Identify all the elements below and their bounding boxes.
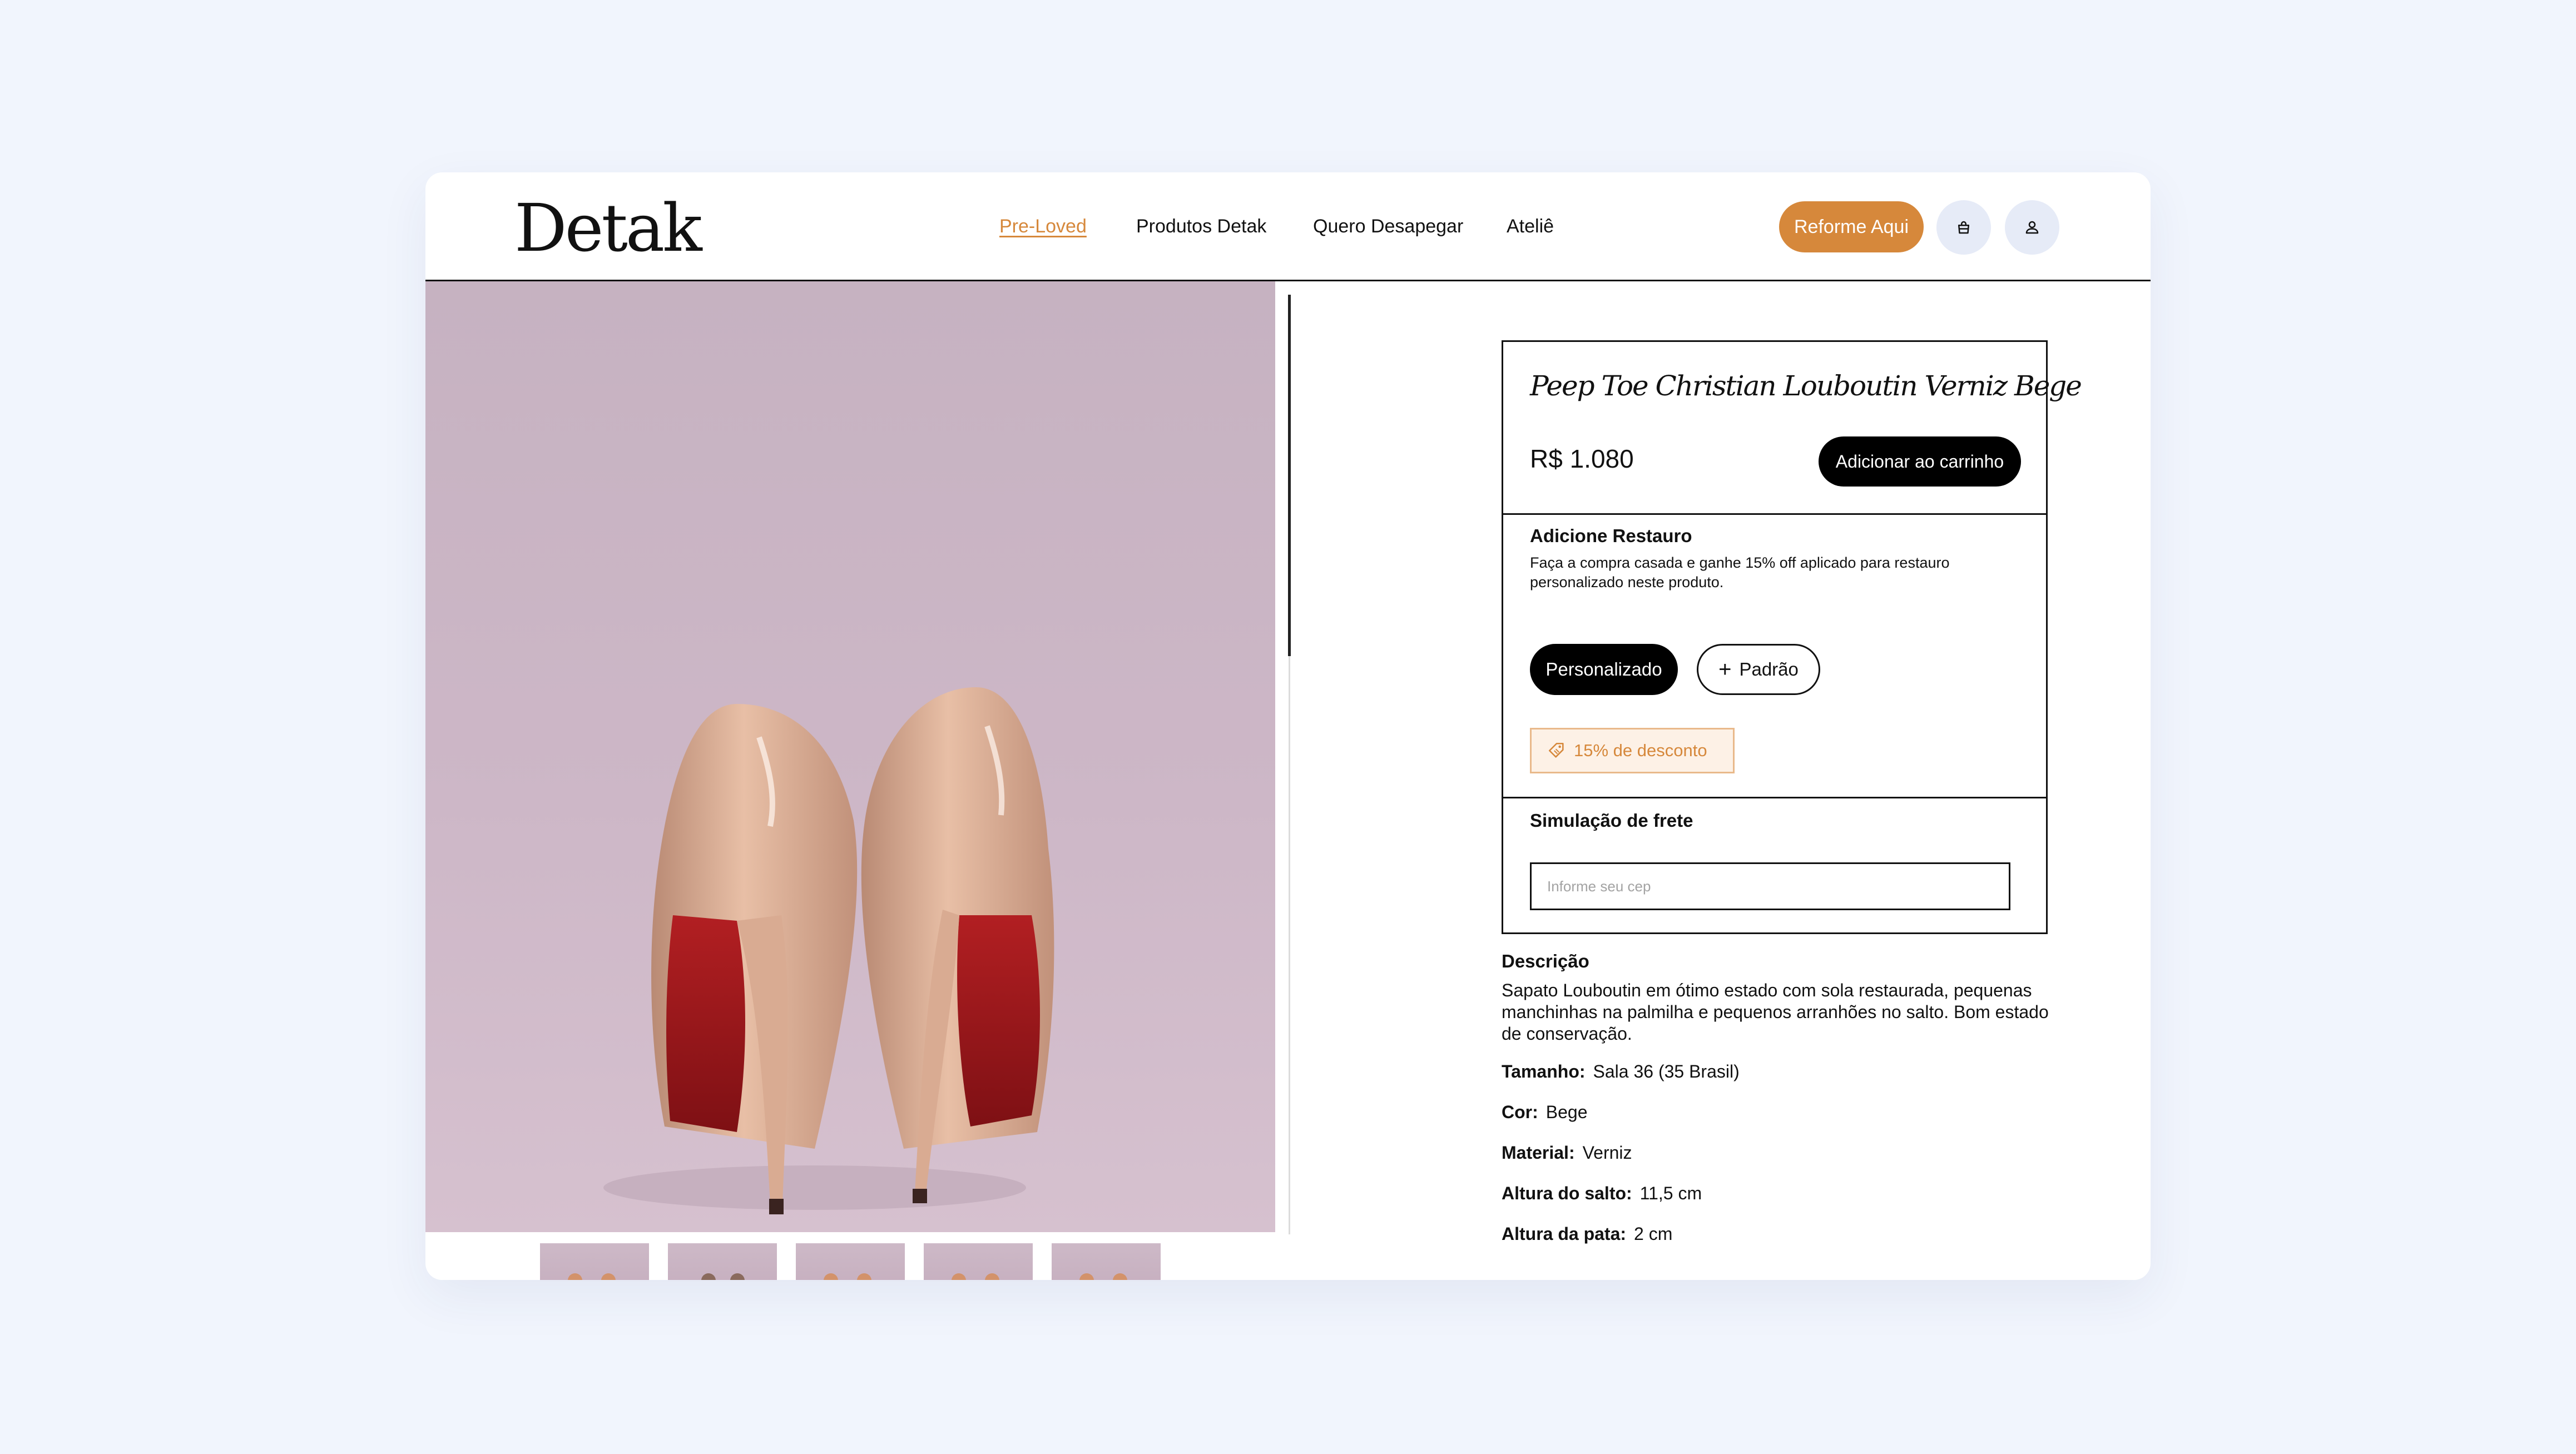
frete-heading: Simulação de frete xyxy=(1530,810,1693,831)
description-text: Sapato Louboutin em ótimo estado com sol… xyxy=(1502,980,2049,1044)
spec-label: Tamanho: xyxy=(1502,1061,1586,1082)
discount-label: 15% de desconto xyxy=(1574,741,1707,760)
spec-label: Cor: xyxy=(1502,1102,1538,1123)
spec-row: Material: Verniz xyxy=(1502,1143,2058,1163)
thumbnail-2[interactable] xyxy=(668,1243,777,1280)
product-description: Descrição Sapato Louboutin em ótimo esta… xyxy=(1502,951,2058,1264)
spec-row: Altura do salto: 11,5 cm xyxy=(1502,1183,2058,1204)
nav-item-atelie[interactable]: Ateliê xyxy=(1507,216,1554,237)
nav-item-pre-loved[interactable]: Pre-Loved xyxy=(999,216,1087,237)
spec-label: Altura do salto: xyxy=(1502,1183,1632,1204)
gallery-scrollbar-thumb[interactable] xyxy=(1288,295,1291,656)
section-divider xyxy=(1503,513,2046,515)
section-divider xyxy=(1503,797,2046,798)
spec-row: Cor: Bege xyxy=(1502,1102,2058,1123)
spec-value: Verniz xyxy=(1582,1143,1632,1163)
tag-icon xyxy=(1548,742,1564,758)
spec-value: 2 cm xyxy=(1634,1224,1673,1244)
account-button[interactable] xyxy=(2005,200,2059,255)
shoes-illustration xyxy=(603,687,1054,1214)
padrao-label: Padrão xyxy=(1739,659,1799,679)
thumbnail-3[interactable] xyxy=(796,1243,905,1280)
product-title: Peep Toe Christian Louboutin Verniz Bege xyxy=(1530,370,2082,402)
personalizado-button[interactable]: Personalizado xyxy=(1530,644,1678,695)
thumbnail-4[interactable] xyxy=(924,1243,1033,1280)
plus-icon: + xyxy=(1718,657,1732,682)
padrao-button[interactable]: + Padrão xyxy=(1697,644,1820,695)
nav-item-quero-desapegar[interactable]: Quero Desapegar xyxy=(1313,216,1463,237)
user-icon xyxy=(2025,221,2039,234)
spec-row: Altura da pata: 2 cm xyxy=(1502,1224,2058,1244)
shopping-bag-icon xyxy=(1958,221,1969,234)
spec-value: Sala 36 (35 Brasil) xyxy=(1593,1061,1740,1082)
reforme-aqui-button[interactable]: Reforme Aqui xyxy=(1779,201,1924,252)
thumbnail-5[interactable] xyxy=(1052,1243,1161,1280)
spec-row: Tamanho: Sala 36 (35 Brasil) xyxy=(1502,1061,2058,1082)
restauro-heading: Adicione Restauro xyxy=(1530,525,1692,546)
spec-value: Bege xyxy=(1545,1102,1588,1123)
thumbnail-1[interactable] xyxy=(540,1243,649,1280)
brand-logo[interactable]: Detak xyxy=(514,189,702,268)
description-heading: Descrição xyxy=(1502,951,1589,971)
spec-label: Altura da pata: xyxy=(1502,1224,1627,1244)
product-info-card: Peep Toe Christian Louboutin Verniz Bege… xyxy=(1502,340,2082,934)
site-header: Detak Pre-Loved Produtos Detak Quero Des… xyxy=(425,172,2151,281)
restauro-text: Faça a compra casada e ganhe 15% off apl… xyxy=(1530,554,1950,591)
cart-button[interactable] xyxy=(1936,200,1991,255)
nav-item-produtos-detak[interactable]: Produtos Detak xyxy=(1136,216,1266,237)
spec-value: 11,5 cm xyxy=(1639,1183,1702,1204)
product-page-window: Detak Pre-Loved Produtos Detak Quero Des… xyxy=(425,172,2151,1280)
spec-label: Material: xyxy=(1502,1143,1575,1163)
discount-badge: 15% de desconto xyxy=(1530,728,1735,773)
product-price: R$ 1.080 xyxy=(1530,444,1634,473)
add-to-cart-button[interactable]: Adicionar ao carrinho xyxy=(1819,436,2021,487)
product-main-image[interactable] xyxy=(425,281,1275,1232)
cep-input[interactable] xyxy=(1530,862,2010,910)
